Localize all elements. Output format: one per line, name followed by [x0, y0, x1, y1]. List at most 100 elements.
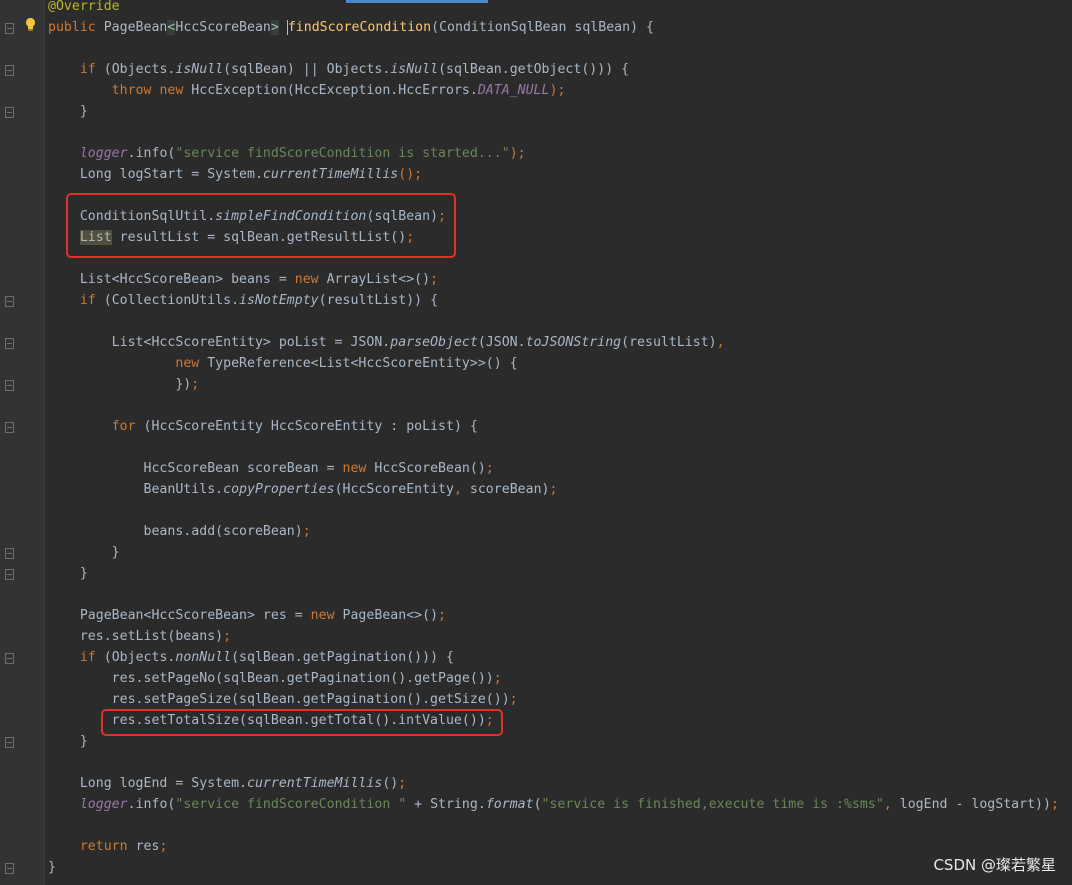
- code-token: );: [509, 146, 526, 161]
- code-token: ArrayList<>(): [326, 272, 431, 287]
- watermark: CSDN @璨若繁星: [933, 856, 1056, 874]
- code-token: new: [294, 272, 327, 287]
- code-line[interactable]: });: [48, 374, 199, 395]
- code-token: ;: [398, 776, 407, 791]
- fold-icon[interactable]: [5, 338, 14, 349]
- fold-icon[interactable]: [5, 653, 14, 664]
- code-line[interactable]: if (Objects.nonNull(sqlBean.getPaginatio…: [48, 647, 454, 668]
- code-token: format: [485, 797, 534, 812]
- code-token: scoreBean): [469, 482, 550, 497]
- code-line[interactable]: List<HccScoreBean> beans = new ArrayList…: [48, 269, 438, 290]
- code-line[interactable]: Long logStart = System.currentTimeMillis…: [48, 164, 422, 185]
- code-token: }: [48, 104, 88, 119]
- code-token: currentTimeMillis: [247, 776, 383, 791]
- code-token: res.setPageNo(sqlBean.getPagination().ge…: [48, 671, 494, 686]
- code-line[interactable]: List<HccScoreEntity> poList = JSON.parse…: [48, 332, 725, 353]
- code-line[interactable]: Long logEnd = System.currentTimeMillis()…: [48, 773, 406, 794]
- code-token: res.setPageSize(sqlBean.getPagination().…: [48, 692, 510, 707]
- code-line[interactable]: res.setList(beans);: [48, 626, 231, 647]
- code-token: logger: [79, 797, 128, 812]
- lightbulb-icon[interactable]: [24, 17, 37, 36]
- highlight-box-condition: [66, 193, 456, 258]
- code-editor[interactable]: @Override public PageBean<HccScoreBean> f…: [0, 0, 1072, 885]
- code-token: HccScoreBean: [175, 20, 271, 35]
- code-token: (CollectionUtils.: [103, 293, 240, 308]
- code-line[interactable]: }: [48, 542, 120, 563]
- code-token: DATA_NULL: [477, 83, 550, 98]
- code-token: }: [48, 545, 120, 560]
- code-line[interactable]: beans.add(scoreBean);: [48, 521, 311, 542]
- code-token: ;: [549, 482, 558, 497]
- fold-icon[interactable]: [5, 569, 14, 580]
- code-token: if: [79, 650, 104, 665]
- code-token: new: [342, 461, 375, 476]
- highlight-box-total-size: [101, 709, 503, 736]
- code-line[interactable]: throw new HccException(HccException.HccE…: [48, 80, 566, 101]
- code-token: .info(: [127, 797, 176, 812]
- code-line[interactable]: @Override: [48, 0, 120, 17]
- code-line[interactable]: }: [48, 563, 88, 584]
- code-line[interactable]: logger.info("service findScoreCondition …: [48, 143, 526, 164]
- code-line[interactable]: new TypeReference<List<HccScoreEntity>>(…: [48, 353, 518, 374]
- fold-icon[interactable]: [5, 737, 14, 748]
- code-token: List<HccScoreEntity> poList = JSON.: [48, 335, 391, 350]
- code-line[interactable]: }: [48, 731, 88, 752]
- code-token: BeanUtils.: [48, 482, 224, 497]
- code-token: new: [310, 608, 343, 623]
- code-token: (Objects.: [103, 62, 176, 77]
- code-token: isNull: [175, 62, 224, 77]
- code-token: (JSON.: [477, 335, 526, 350]
- fold-icon[interactable]: [5, 107, 14, 118]
- code-token: }: [48, 566, 88, 581]
- code-token: ,: [883, 797, 900, 812]
- editor-gutter[interactable]: [0, 0, 45, 885]
- code-token: (sqlBean.getPagination())) {: [231, 650, 454, 665]
- code-token: Long logStart = System.: [48, 167, 263, 182]
- code-token: ;: [485, 461, 494, 476]
- code-line[interactable]: logger.info("service findScoreCondition …: [48, 794, 1059, 815]
- code-line[interactable]: if (Objects.isNull(sqlBean) || Objects.i…: [48, 59, 629, 80]
- code-token: (HccScoreEntity: [334, 482, 454, 497]
- code-token: beans.add(scoreBean): [48, 524, 303, 539]
- code-token: "service findScoreCondition ": [175, 797, 407, 812]
- code-line[interactable]: res.setPageSize(sqlBean.getPagination().…: [48, 689, 518, 710]
- fold-icon[interactable]: [5, 863, 14, 874]
- code-line[interactable]: public PageBean<HccScoreBean> findScoreC…: [48, 17, 654, 38]
- code-token: TypeReference<List<HccScoreEntity>>() {: [207, 356, 518, 371]
- code-token: PageBean<>(): [342, 608, 439, 623]
- code-token: if: [79, 62, 104, 77]
- fold-icon[interactable]: [5, 296, 14, 307]
- fold-icon[interactable]: [5, 422, 14, 433]
- fold-icon[interactable]: [5, 23, 14, 34]
- code-line[interactable]: }: [48, 101, 88, 122]
- code-token: >: [270, 20, 279, 35]
- code-token: (Objects.: [103, 650, 176, 665]
- fold-icon[interactable]: [5, 548, 14, 559]
- code-line[interactable]: if (CollectionUtils.isNotEmpty(resultLis…: [48, 290, 438, 311]
- code-line[interactable]: res.setPageNo(sqlBean.getPagination().ge…: [48, 668, 502, 689]
- code-token: toJSONString: [525, 335, 622, 350]
- code-token: @Override: [48, 0, 120, 14]
- code-token: isNull: [390, 62, 439, 77]
- code-token: (resultList)) {: [318, 293, 439, 308]
- fold-icon[interactable]: [5, 380, 14, 391]
- code-token: for: [111, 419, 144, 434]
- code-line[interactable]: BeanUtils.copyProperties(HccScoreEntity,…: [48, 479, 558, 500]
- code-line[interactable]: HccScoreBean scoreBean = new HccScoreBea…: [48, 458, 494, 479]
- code-token: return: [79, 839, 136, 854]
- code-token: (ConditionSqlBean sqlBean) {: [431, 20, 654, 35]
- code-token: }): [48, 377, 192, 392]
- fold-icon[interactable]: [5, 65, 14, 76]
- code-line[interactable]: PageBean<HccScoreBean> res = new PageBea…: [48, 605, 446, 626]
- editor-tab-indicator: [346, 0, 488, 3]
- code-line[interactable]: for (HccScoreEntity HccScoreEntity : poL…: [48, 416, 478, 437]
- code-line[interactable]: }: [48, 857, 56, 878]
- code-token: new: [175, 356, 208, 371]
- code-line[interactable]: return res;: [48, 836, 168, 857]
